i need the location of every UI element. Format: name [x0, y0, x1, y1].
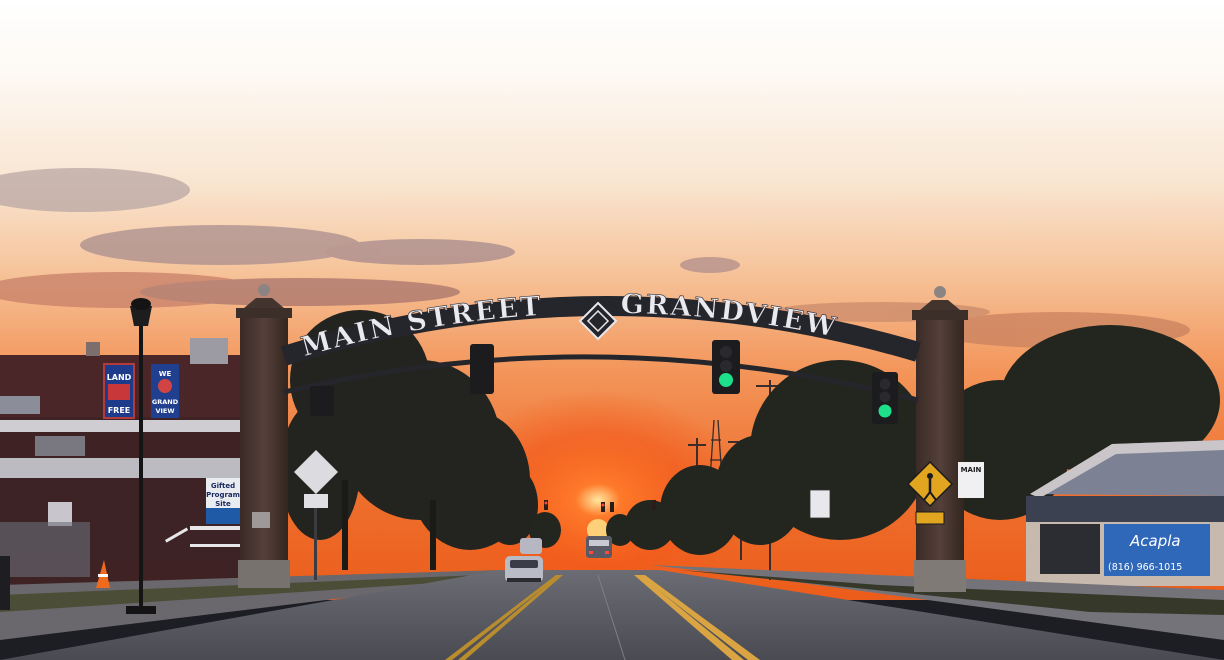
trash-can: [0, 556, 10, 610]
banner-land-line2: FREE: [108, 406, 131, 415]
main-street-name-sign: MAIN: [958, 462, 984, 498]
gifted-line3: Site: [215, 500, 231, 508]
banner-we: WE: [159, 370, 172, 378]
traffic-signal-right: [872, 372, 898, 424]
storefront-brand: Acapla: [1129, 532, 1181, 550]
gifted-line2: Program: [206, 491, 240, 499]
gifted-line1: Gifted: [211, 482, 235, 490]
main-street-sign-text: MAIN: [961, 466, 982, 474]
banner-view: VIEW: [155, 407, 174, 415]
banner-we-grandview: WE GRAND VIEW: [151, 364, 179, 418]
green-light: [719, 373, 733, 387]
gifted-program-sign: Gifted Program Site: [206, 478, 240, 524]
green-light-right: [878, 404, 892, 418]
photo-scene: LAND FREE WE GRAND VIEW Gifted Program S…: [0, 0, 1224, 660]
silver-car: [505, 556, 543, 582]
banner-land-line1: LAND: [107, 373, 132, 382]
banner-land-free: LAND FREE: [103, 363, 135, 419]
storefront-phone: (816) 966-1015: [1108, 562, 1182, 573]
left-arch-pillar: [236, 284, 292, 588]
banner-grand: GRAND: [152, 398, 179, 406]
right-road-sign: [809, 489, 831, 519]
right-arch-pillar: [912, 286, 968, 592]
traffic-signal-center: [712, 340, 740, 394]
sunset-street-photo: LAND FREE WE GRAND VIEW Gifted Program S…: [0, 0, 1224, 660]
